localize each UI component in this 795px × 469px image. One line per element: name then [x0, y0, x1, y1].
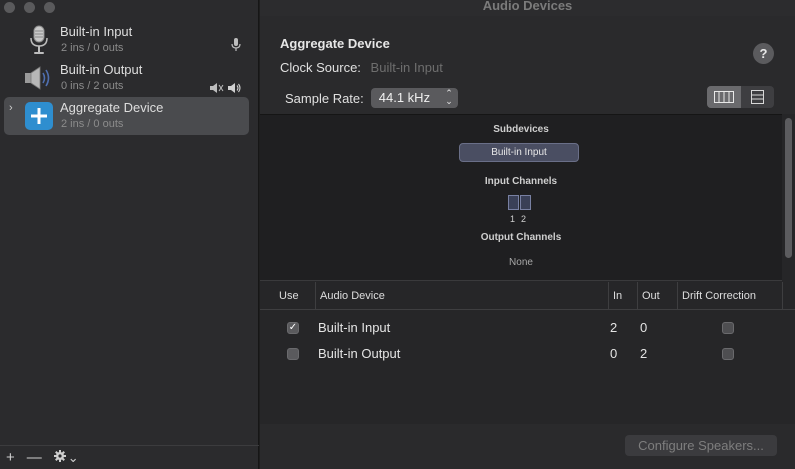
window-title: Audio Devices — [260, 0, 795, 16]
default-input-mic-icon — [231, 38, 241, 56]
aggregate-plus-icon — [24, 101, 54, 131]
sidebar-toolbar: + — ⌄ — [0, 445, 259, 469]
table-row[interactable]: Built-in Output 0 2 — [260, 341, 795, 367]
device-row-aggregate-device[interactable]: › Aggregate Device 2 ins / 0 outs — [4, 97, 249, 135]
remove-device-button[interactable]: — — [27, 449, 42, 466]
channel-number: 2 — [521, 214, 527, 224]
gear-icon — [53, 450, 66, 465]
output-channels-none: None — [509, 257, 533, 268]
col-header-drift-correction[interactable]: Drift Correction — [677, 282, 756, 310]
configure-speakers-button[interactable]: Configure Speakers... — [625, 435, 777, 456]
col-header-in[interactable]: In — [608, 282, 622, 310]
sample-rate-label: Sample Rate: — [285, 90, 364, 106]
input-channels-label: Input Channels — [484, 176, 558, 187]
sample-rate-popup[interactable]: 44.1 kHz ⌃ ⌄ — [370, 88, 458, 108]
disclosure-triangle-icon[interactable]: › — [9, 102, 13, 114]
audio-device-cell: Built-in Output — [318, 346, 401, 361]
col-header-out[interactable]: Out — [637, 282, 660, 310]
subdevice-chip[interactable]: Built-in Input — [459, 143, 579, 162]
out-cell: 0 — [640, 320, 648, 335]
drift-correction-checkbox[interactable] — [722, 322, 734, 334]
device-io-count: 2 ins / 0 outs — [61, 42, 124, 54]
checkmark-icon: ✓ — [288, 322, 298, 333]
device-detail-pane: Audio Devices Aggregate Device ? Clock S… — [260, 0, 795, 469]
device-row-built-in-output[interactable]: Built-in Output 0 ins / 2 outs — [4, 59, 249, 97]
channel-numbers: 1 2 — [510, 214, 526, 224]
input-channel-boxes — [508, 195, 531, 210]
input-channel-box[interactable] — [508, 195, 519, 210]
device-io-count: 0 ins / 2 outs — [61, 80, 124, 92]
col-header-audio-device[interactable]: Audio Device — [315, 282, 385, 310]
system-alert-output-icon — [210, 80, 224, 98]
in-cell: 0 — [610, 346, 618, 361]
use-checkbox[interactable] — [287, 348, 299, 360]
device-title: Aggregate Device — [280, 36, 390, 51]
rows-view-button[interactable] — [741, 86, 775, 108]
subdevices-panel: Subdevices Built-in Input Input Channels… — [260, 114, 782, 281]
clock-source-row: Clock Source: Built-in Input — [280, 60, 443, 75]
device-row-built-in-input[interactable]: Built-in Input 2 ins / 0 outs — [4, 21, 249, 59]
device-sidebar: Built-in Input 2 ins / 0 outs Built-in O… — [0, 0, 259, 469]
subdevices-scrollbar[interactable] — [784, 114, 793, 281]
col-header-divider — [782, 282, 787, 310]
window-controls — [4, 2, 55, 13]
table-row[interactable]: ✓ Built-in Input 2 0 — [260, 315, 795, 341]
scrollbar-thumb[interactable] — [785, 118, 792, 258]
clock-source-value[interactable]: Built-in Input — [371, 60, 443, 75]
col-header-use[interactable]: Use — [275, 282, 299, 310]
settings-menu-button[interactable]: ⌄ — [53, 449, 79, 466]
sample-rate-row: Sample Rate: 44.1 kHz ⌃ ⌄ — [285, 88, 458, 108]
zoom-window-button[interactable] — [44, 2, 55, 13]
use-checkbox[interactable]: ✓ — [287, 322, 299, 334]
chevron-down-icon: ⌄ — [67, 449, 79, 465]
input-channel-box[interactable] — [520, 195, 531, 210]
channel-number: 1 — [510, 214, 516, 224]
columns-view-button[interactable] — [707, 86, 741, 108]
view-mode-segmented-control — [707, 86, 774, 108]
minimize-window-button[interactable] — [24, 2, 35, 13]
audio-device-cell: Built-in Input — [318, 320, 391, 335]
help-button[interactable]: ? — [753, 43, 774, 64]
rows-view-icon — [750, 90, 764, 104]
microphone-icon — [24, 25, 54, 55]
device-header: Aggregate Device ? Clock Source: Built-i… — [260, 16, 795, 114]
speaker-icon — [24, 63, 54, 93]
columns-view-icon — [713, 91, 734, 103]
up-down-arrows-icon: ⌃ ⌄ — [445, 88, 453, 106]
device-name: Built-in Input — [60, 24, 133, 39]
out-cell: 2 — [640, 346, 648, 361]
drift-correction-checkbox[interactable] — [722, 348, 734, 360]
output-channels-label: Output Channels — [480, 232, 562, 243]
subdevices-label: Subdevices — [493, 124, 549, 135]
add-device-button[interactable]: + — [6, 449, 15, 466]
in-cell: 2 — [610, 320, 618, 335]
footer-bar: Configure Speakers... — [260, 424, 795, 469]
sample-rate-value: 44.1 kHz — [378, 90, 431, 105]
device-name: Aggregate Device — [60, 100, 164, 115]
subdevice-table-header: Use Audio Device In Out Drift Correction — [260, 282, 795, 310]
device-io-count: 2 ins / 0 outs — [61, 118, 124, 130]
default-output-speaker-icon — [228, 80, 241, 98]
clock-source-label: Clock Source: — [280, 60, 361, 75]
close-window-button[interactable] — [4, 2, 15, 13]
device-name: Built-in Output — [60, 62, 143, 77]
